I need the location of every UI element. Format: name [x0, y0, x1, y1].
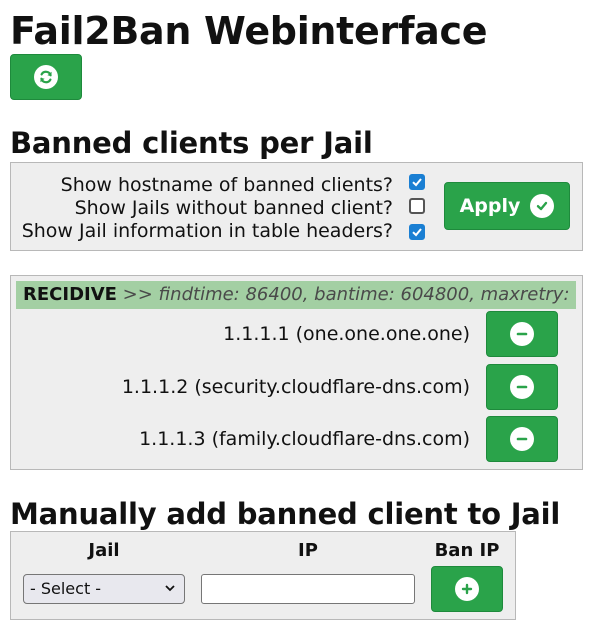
apply-button[interactable]: Apply — [444, 182, 570, 230]
column-header-ip: IP — [298, 540, 318, 561]
banned-client-label: 1.1.1.1 (one.one.one.one) — [223, 323, 470, 345]
manual-section-title: Manually add banned client to Jail — [10, 497, 561, 531]
jail-name: RECIDIVE — [23, 284, 117, 305]
unban-button[interactable] — [486, 311, 558, 357]
option-label-show-jail-info: Show Jail information in table headers? — [21, 220, 393, 242]
chevron-down-icon — [164, 575, 176, 614]
jail-select-value: - Select - — [30, 579, 102, 598]
ban-ip-button[interactable] — [431, 566, 503, 612]
banned-section-title: Banned clients per Jail — [10, 126, 373, 160]
show-empty-jails-checkbox[interactable] — [409, 198, 425, 214]
unban-button[interactable] — [486, 364, 558, 410]
jail-header: RECIDIVE >> findtime: 86400, bantime: 60… — [16, 281, 576, 309]
column-header-jail: Jail — [88, 540, 120, 561]
jail-info: >> findtime: 86400, bantime: 604800, max… — [122, 284, 576, 305]
show-hostname-checkbox[interactable] — [409, 174, 425, 190]
unban-button[interactable] — [486, 416, 558, 462]
plus-circle-icon — [455, 577, 479, 601]
options-labels: Show hostname of banned clients? Show Ja… — [11, 172, 393, 252]
refresh-button[interactable] — [10, 54, 82, 100]
banned-client-label: 1.1.1.2 (security.cloudflare-dns.com) — [121, 376, 470, 398]
minus-circle-icon — [510, 427, 534, 451]
refresh-icon — [34, 65, 58, 89]
column-header-ban-ip: Ban IP — [434, 540, 500, 561]
page-title: Fail2Ban Webinterface — [10, 9, 488, 53]
check-circle-icon — [530, 194, 555, 218]
apply-button-label: Apply — [459, 195, 521, 217]
minus-circle-icon — [510, 322, 534, 346]
show-jail-info-checkbox[interactable] — [409, 224, 425, 240]
banned-client-label: 1.1.1.3 (family.cloudflare-dns.com) — [139, 428, 470, 450]
ip-input[interactable] — [201, 574, 415, 604]
minus-circle-icon — [510, 375, 534, 399]
jail-select[interactable]: - Select - — [23, 574, 185, 604]
